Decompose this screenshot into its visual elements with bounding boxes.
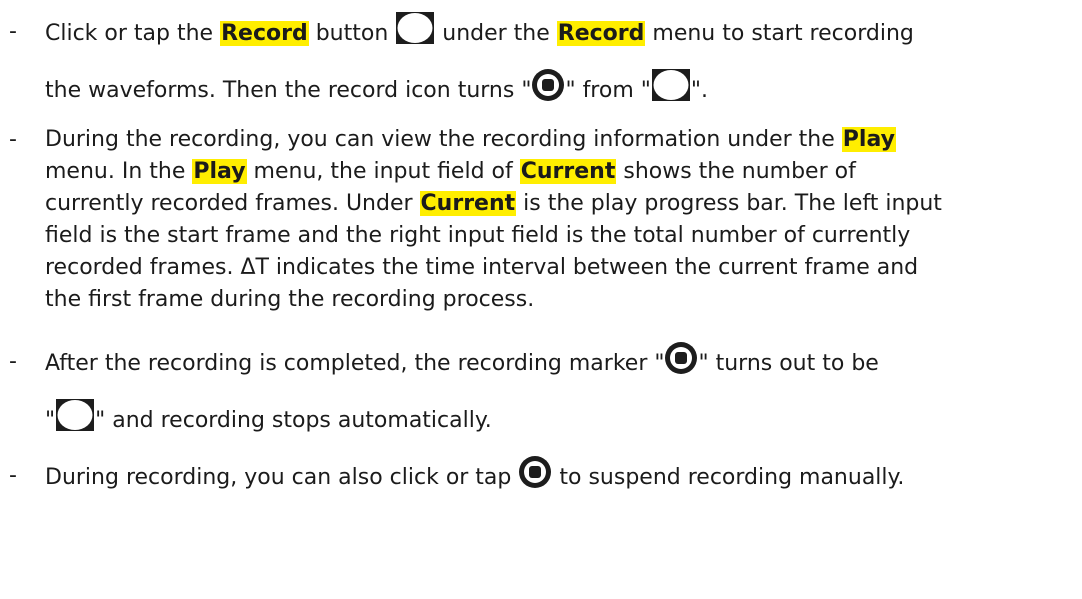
- bullet-dash: -: [9, 463, 17, 488]
- bullet-dash: -: [9, 127, 17, 152]
- bullet-2-line-4: field is the start frame and the right i…: [45, 223, 911, 248]
- text-segment: button: [308, 21, 396, 46]
- record-idle-icon: [651, 68, 691, 102]
- record-active-icon: [531, 68, 565, 102]
- text-segment: currently recorded frames. Under: [45, 191, 420, 216]
- text-segment: ": [45, 408, 56, 433]
- instruction-list: - Click or tap the Record button under t…: [0, 0, 1082, 599]
- bullet-4-line-1: During recording, you can also click or …: [45, 456, 905, 491]
- bullet-2-line-3: currently recorded frames. Under Current…: [45, 189, 942, 219]
- bullet-3-line-1: After the recording is completed, the re…: [45, 342, 879, 377]
- record-active-icon: [518, 455, 552, 489]
- highlight-current: Current: [519, 159, 617, 184]
- highlight-play: Play: [192, 159, 247, 184]
- bullet-2-line-2: menu. In the Play menu, the input field …: [45, 157, 856, 187]
- text-segment: menu. In the: [45, 159, 193, 184]
- bullet-1-line-2: the waveforms. Then the record icon turn…: [45, 69, 708, 104]
- bullet-2-line-1: During the recording, you can view the r…: [45, 125, 896, 155]
- bullet-2-line-5: recorded frames. ΔT indicates the time i…: [45, 255, 919, 280]
- text-segment: shows the number of: [616, 159, 856, 184]
- text-segment: menu to start recording: [645, 21, 914, 46]
- record-active-icon: [664, 341, 698, 375]
- text-segment: After the recording is completed, the re…: [45, 351, 665, 376]
- text-segment: During recording, you can also click or …: [45, 465, 519, 490]
- bullet-dash: -: [9, 349, 17, 374]
- text-segment: " and recording stops automatically.: [95, 408, 492, 433]
- text-segment: ".: [690, 78, 708, 103]
- record-idle-icon: [395, 11, 435, 45]
- record-idle-icon: [55, 398, 95, 432]
- text-segment: is the play progress bar. The left input: [516, 191, 942, 216]
- bullet-3-line-2: " " and recording stops automatically.: [45, 399, 492, 434]
- bullet-dash: -: [9, 19, 17, 44]
- bullet-2-line-6: the first frame during the recording pro…: [45, 287, 535, 312]
- text-segment: the waveforms. Then the record icon turn…: [45, 78, 532, 103]
- text-segment: " from ": [565, 78, 651, 103]
- text-segment: to suspend recording manually.: [552, 465, 905, 490]
- text-segment: Click or tap the: [45, 21, 221, 46]
- text-segment: menu, the input field of: [246, 159, 520, 184]
- bullet-1-line-1: Click or tap the Record button under the…: [45, 12, 914, 47]
- highlight-record: Record: [220, 21, 309, 46]
- text-segment: " turns out to be: [698, 351, 879, 376]
- text-segment: under the: [435, 21, 557, 46]
- highlight-play: Play: [841, 127, 896, 152]
- highlight-current: Current: [419, 191, 517, 216]
- text-segment: During the recording, you can view the r…: [45, 127, 842, 152]
- highlight-record: Record: [556, 21, 646, 46]
